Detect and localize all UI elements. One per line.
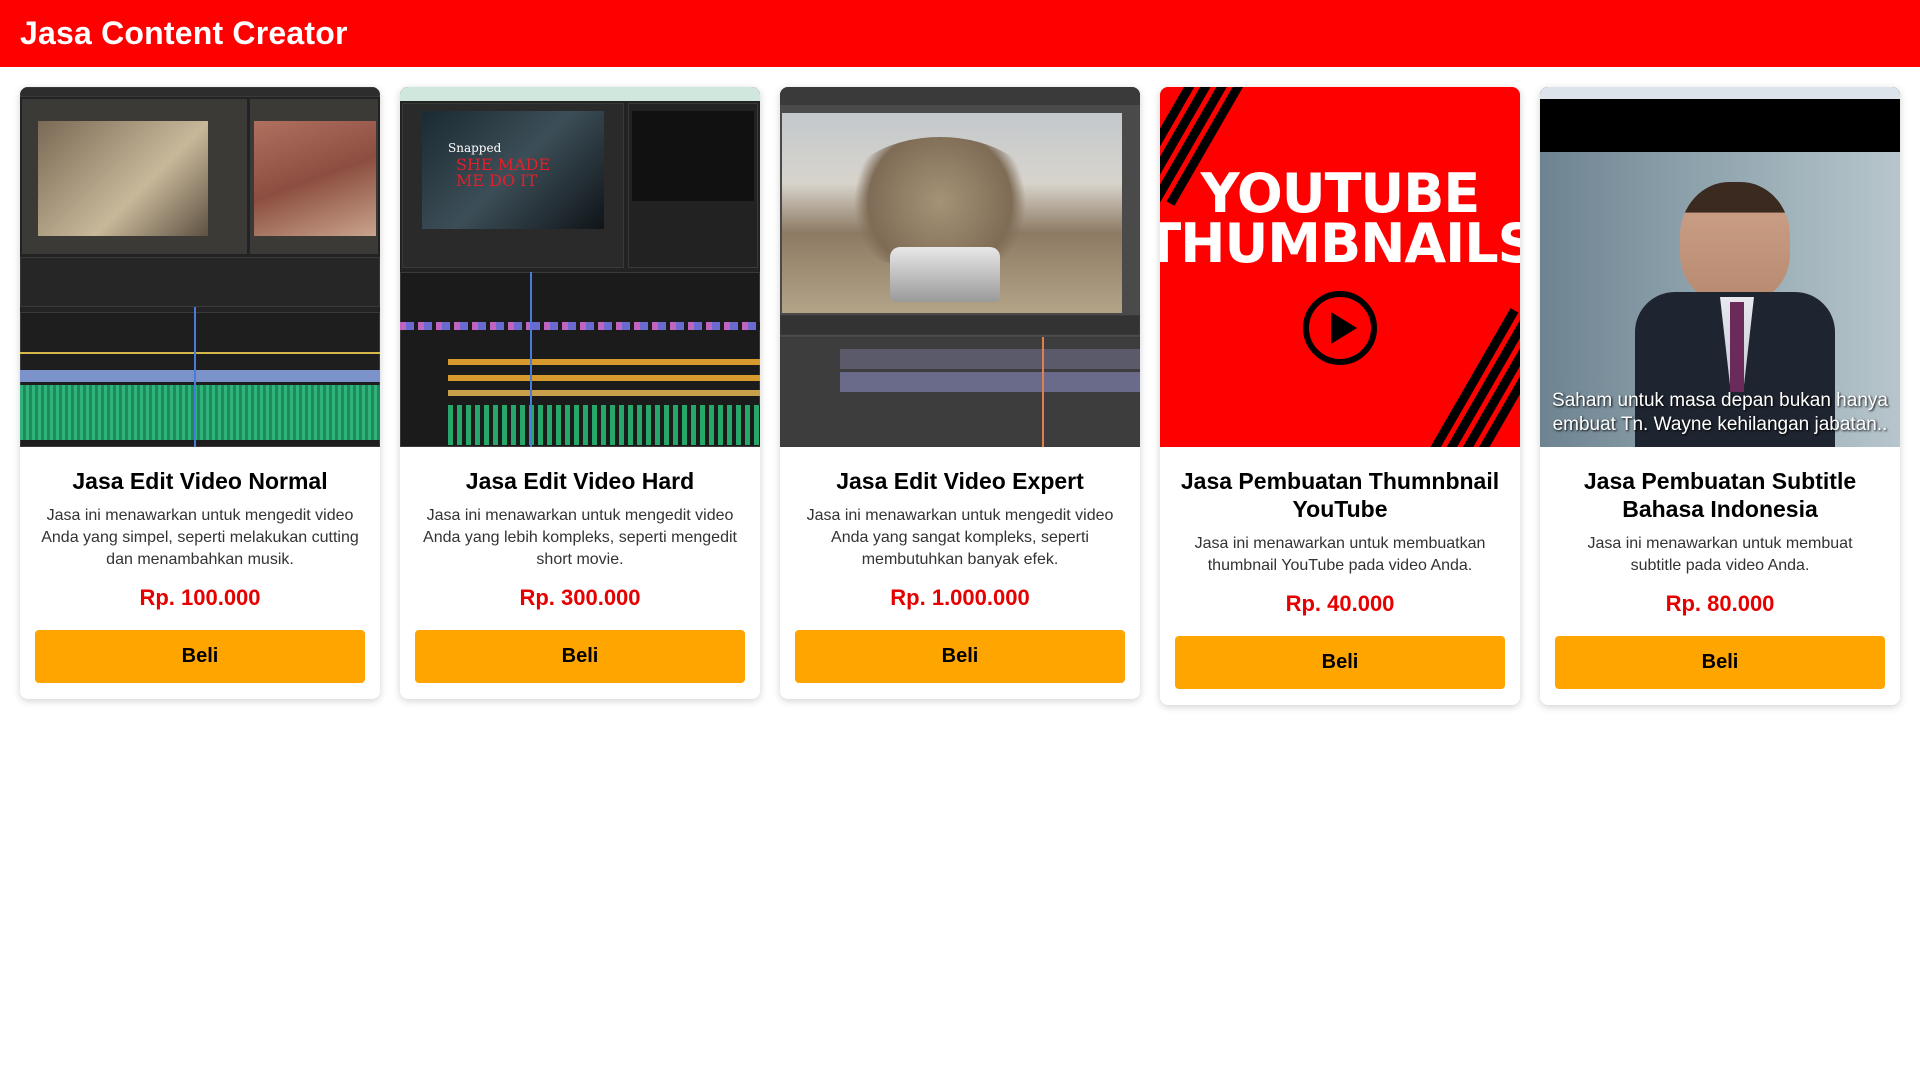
buy-button[interactable]: Beli (795, 630, 1125, 683)
buy-button[interactable]: Beli (1555, 636, 1885, 689)
product-description: Jasa ini menawarkan untuk mengedit video… (41, 507, 359, 568)
image-text: Snapped (448, 141, 502, 155)
product-card: Jasa Edit Video Normal Jasa ini menawark… (20, 87, 380, 699)
product-card: Jasa Edit Video Expert Jasa ini menawark… (780, 87, 1140, 699)
buy-button[interactable]: Beli (1175, 636, 1505, 689)
product-image: Saham untuk masa depan bukan hanya embua… (1540, 87, 1900, 447)
product-image (780, 87, 1140, 447)
product-card: YOUTUBE THUMBNAILS Jasa Pembuatan Thumnb… (1160, 87, 1520, 705)
product-title: Jasa Pembuatan Thumnbnail YouTube (1180, 468, 1500, 522)
product-price: Rp. 80.000 (1665, 591, 1775, 616)
header-bar: Jasa Content Creator (0, 0, 1920, 67)
buy-button[interactable]: Beli (415, 630, 745, 683)
site-title: Jasa Content Creator (20, 15, 348, 51)
product-image: YOUTUBE THUMBNAILS (1160, 87, 1520, 447)
buy-button[interactable]: Beli (35, 630, 365, 683)
product-title: Jasa Edit Video Normal (72, 468, 328, 494)
product-image: Snapped SHE MADE ME DO IT (400, 87, 760, 447)
product-image (20, 87, 380, 447)
product-description: Jasa ini menawarkan untuk membuatkan thu… (1194, 535, 1486, 574)
image-text: THUMBNAILS (1160, 212, 1520, 275)
image-text: SHE MADE ME DO IT (456, 155, 551, 190)
product-description: Jasa ini menawarkan untuk mengedit video… (806, 507, 1114, 568)
subtitle-line: Saham untuk masa depan bukan hanya (1552, 390, 1888, 411)
product-card: Snapped SHE MADE ME DO IT Jasa Edit Vide… (400, 87, 760, 699)
play-icon (1303, 291, 1377, 365)
product-title: Jasa Edit Video Hard (465, 468, 695, 494)
subtitle-line: embuat Tn. Wayne kehilangan jabatan.. (1552, 414, 1888, 435)
product-price: Rp. 100.000 (139, 585, 261, 610)
product-grid: Jasa Edit Video Normal Jasa ini menawark… (0, 67, 1920, 705)
product-card: Saham untuk masa depan bukan hanya embua… (1540, 87, 1900, 705)
product-description: Jasa ini menawarkan untuk mengedit video… (423, 507, 737, 568)
product-price: Rp. 40.000 (1285, 591, 1395, 616)
product-title: Jasa Pembuatan Subtitle Bahasa Indonesia (1583, 468, 1857, 522)
product-price: Rp. 1.000.000 (890, 585, 1030, 610)
product-description: Jasa ini menawarkan untuk membuat subtit… (1587, 535, 1853, 574)
product-title: Jasa Edit Video Expert (836, 468, 1084, 494)
product-price: Rp. 300.000 (519, 585, 641, 610)
